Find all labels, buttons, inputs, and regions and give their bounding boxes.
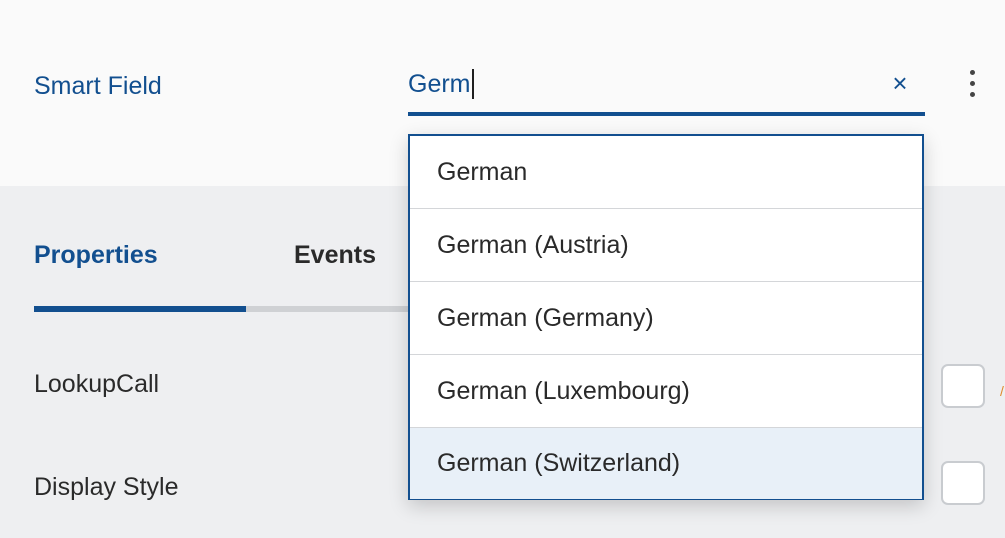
dropdown-option[interactable]: German (Germany) — [410, 282, 922, 355]
tab-properties[interactable]: Properties — [34, 238, 158, 272]
lookup-dropdown: German German (Austria) German (Germany)… — [408, 134, 924, 500]
active-tab-indicator — [34, 306, 246, 312]
smart-field-label: Smart Field — [34, 72, 162, 100]
menu-dot — [970, 81, 975, 86]
menu-dot — [970, 92, 975, 97]
lookupcall-label: LookupCall — [34, 370, 160, 398]
lookupcall-checkbox[interactable] — [941, 364, 985, 408]
tab-events[interactable]: Events — [294, 238, 376, 272]
display-style-checkbox[interactable] — [941, 461, 985, 505]
smart-field-value: Germ — [408, 70, 471, 98]
vertical-ellipsis-icon[interactable] — [960, 66, 986, 102]
text-caret — [471, 69, 474, 99]
dropdown-option[interactable]: German — [410, 136, 922, 209]
smart-field-input[interactable]: Germ × — [408, 60, 925, 116]
smart-field-input-text[interactable]: Germ — [408, 68, 474, 100]
dropdown-option[interactable]: German (Austria) — [410, 209, 922, 282]
warning-mark-icon: / — [1000, 384, 1004, 398]
clear-icon[interactable]: × — [883, 64, 917, 102]
menu-dot — [970, 70, 975, 75]
display-style-label: Display Style — [34, 473, 179, 501]
dropdown-option[interactable]: German (Luxembourg) — [410, 355, 922, 428]
dropdown-option-selected[interactable]: German (Switzerland) — [410, 428, 922, 499]
